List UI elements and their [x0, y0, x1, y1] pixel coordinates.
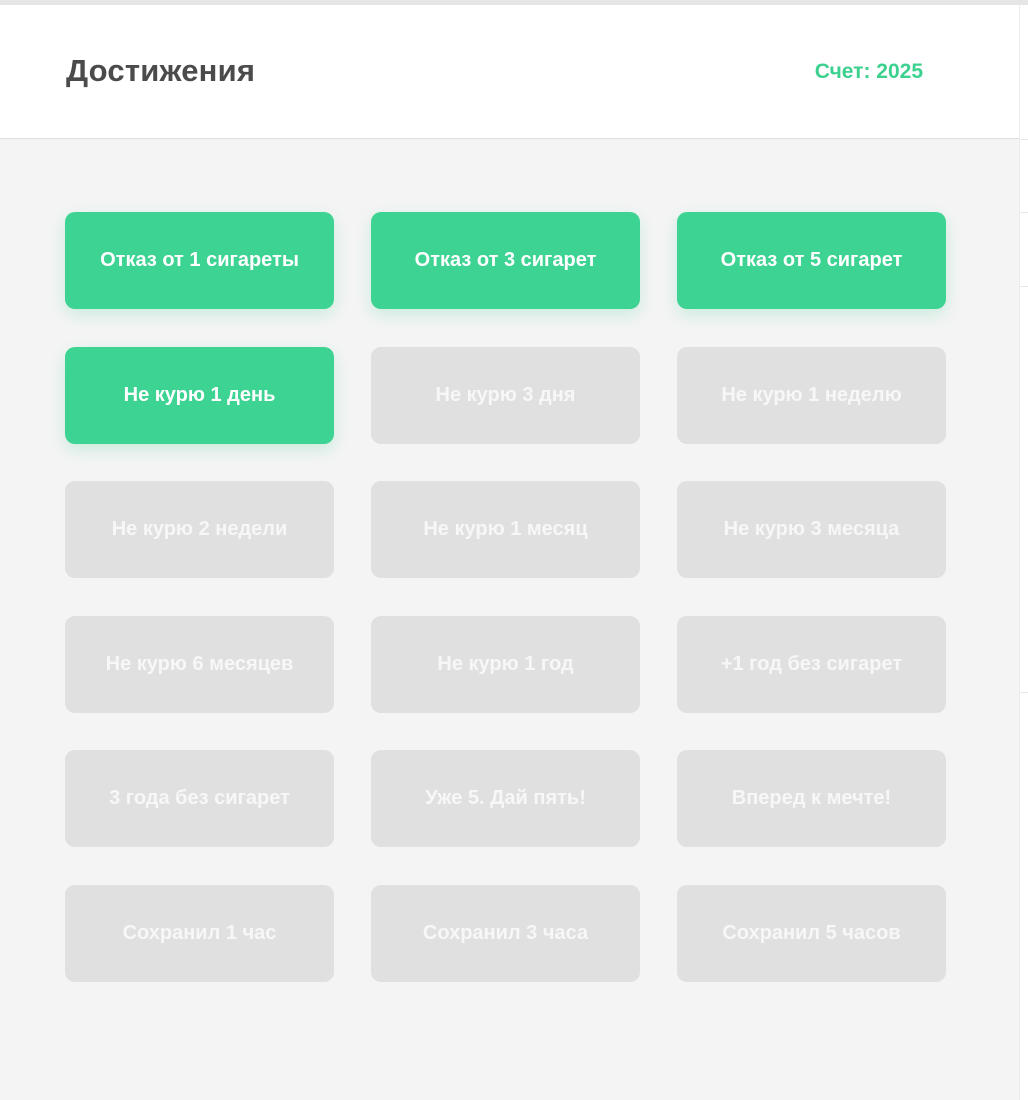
edge-divider — [1020, 139, 1028, 140]
achievement-badge[interactable]: Сохранил 5 часов — [677, 884, 946, 982]
achievement-badge[interactable]: Не курю 1 неделю — [677, 346, 946, 444]
achievements-panel: Достижения Счет: 2025 Отказ от 1 сигарет… — [0, 5, 1019, 1100]
achievement-badge[interactable]: Отказ от 5 сигарет — [677, 212, 946, 309]
achievement-badge[interactable]: +1 год без сигарет — [677, 615, 946, 713]
achievement-badge[interactable]: Не курю 3 дня — [371, 346, 640, 444]
edge-divider — [1020, 692, 1028, 693]
achievement-badge[interactable]: Не курю 2 недели — [65, 481, 334, 578]
achievement-badge[interactable]: 3 года без сигарет — [65, 750, 334, 847]
achievement-badge[interactable]: Не курю 6 месяцев — [65, 615, 334, 713]
achievement-badge[interactable]: Не курю 1 месяц — [371, 481, 640, 578]
achievement-badge[interactable]: Отказ от 1 сигареты — [65, 212, 334, 309]
page-header: Достижения Счет: 2025 — [0, 5, 1019, 139]
achievement-badge[interactable]: Вперед к мечте! — [677, 750, 946, 847]
achievement-badge[interactable]: Не курю 3 месяца — [677, 481, 946, 578]
page-title: Достижения — [66, 53, 256, 88]
achievement-badge[interactable]: Не курю 1 день — [65, 346, 334, 444]
edge-divider — [1020, 212, 1028, 213]
achievement-badge[interactable]: Отказ от 3 сигарет — [371, 212, 640, 309]
edge-divider — [1020, 286, 1028, 287]
achievement-badge[interactable]: Сохранил 1 час — [65, 884, 334, 982]
achievement-badge[interactable]: Уже 5. Дай пять! — [371, 750, 640, 847]
score-counter: Счет: 2025 — [814, 60, 923, 83]
achievement-badge[interactable]: Не курю 1 год — [371, 615, 640, 713]
scrollbar-track[interactable] — [1019, 5, 1028, 1100]
achievements-grid: Отказ от 1 сигареты Отказ от 3 сигарет О… — [65, 212, 946, 982]
achievement-badge[interactable]: Сохранил 3 часа — [371, 884, 640, 982]
achievements-content: Отказ от 1 сигареты Отказ от 3 сигарет О… — [0, 139, 1019, 1100]
